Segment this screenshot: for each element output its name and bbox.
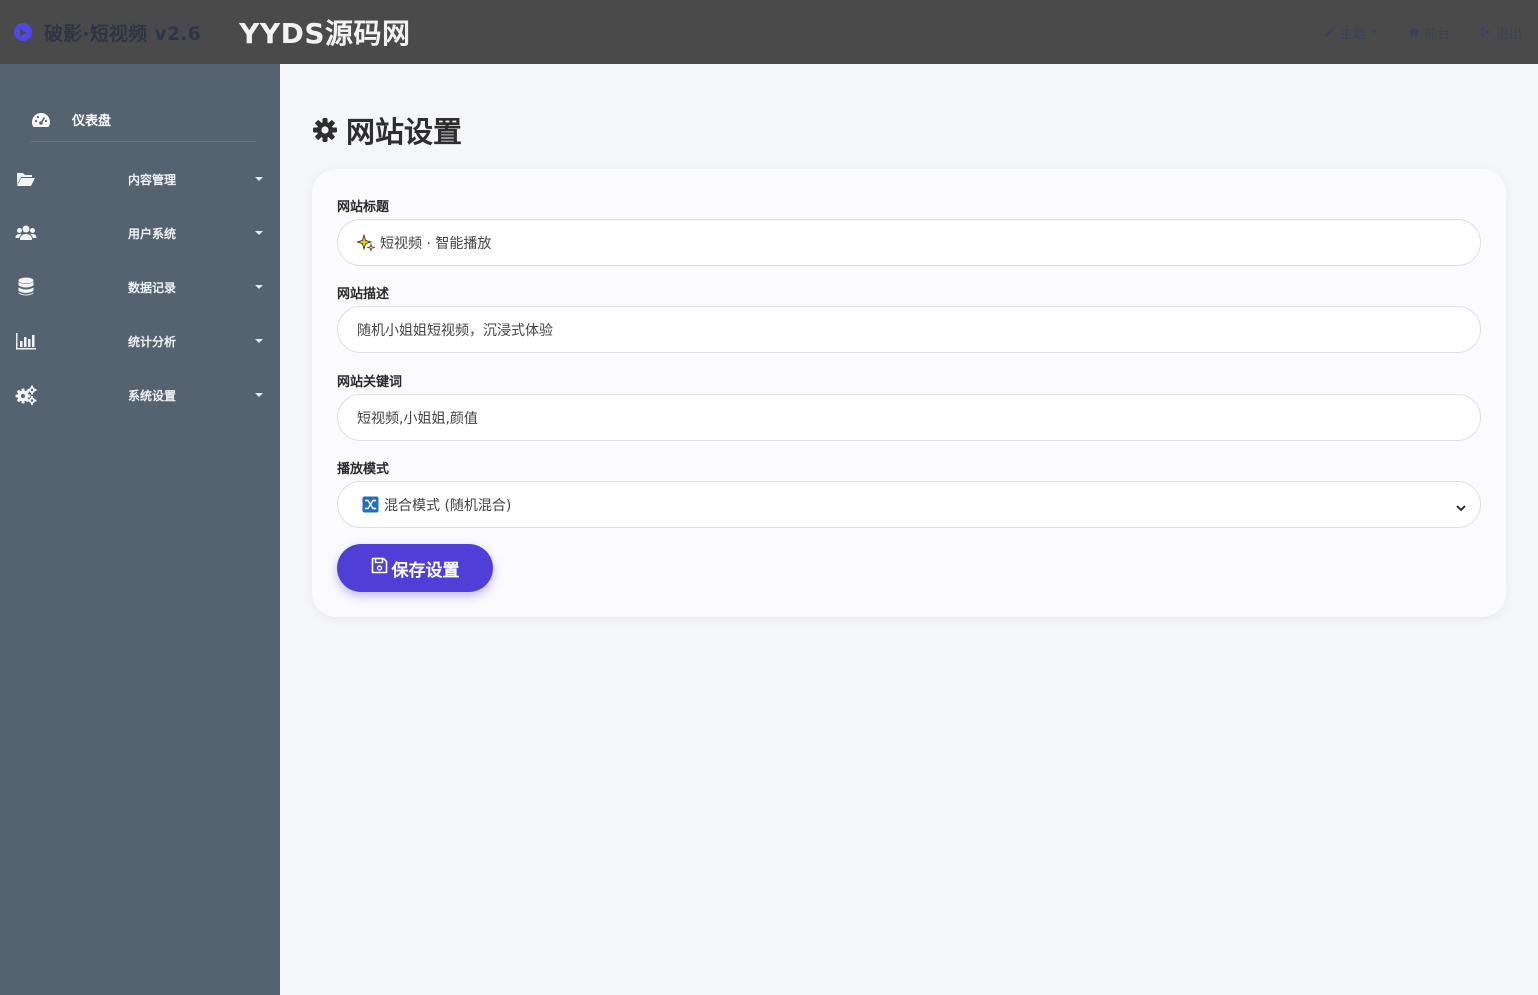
- site-title-label: 网站标题: [337, 200, 390, 215]
- site-desc-value: 随机小姐姐短视频，沉浸式体验: [357, 322, 553, 339]
- play-mode-value: 混合模式 (随机混合): [384, 497, 512, 514]
- settings-card: 网站标题 短视频 · 智能播放 网站描述 随机小姐姐短视频，沉浸式体验 网站关键…: [312, 169, 1506, 617]
- caret-down-icon: [255, 339, 263, 343]
- site-title-value: 短视频 · 智能播放: [380, 235, 492, 252]
- chevron-down-icon: [1370, 29, 1378, 35]
- play-circle-icon: [14, 23, 32, 41]
- sidebar-item-label: 数据记录: [128, 280, 177, 295]
- database-icon: [14, 275, 38, 299]
- site-title-input[interactable]: 短视频 · 智能播放: [337, 219, 1481, 266]
- dashboard-gauge-icon: [30, 112, 52, 128]
- site-desc-input[interactable]: 随机小姐姐短视频，沉浸式体验: [337, 306, 1481, 353]
- play-mode-label: 播放模式: [337, 462, 390, 477]
- logout-button[interactable]: 退出: [1480, 23, 1522, 42]
- brand-name: 破影·短视频 v2.6: [44, 22, 202, 45]
- sidebar-item-data-records[interactable]: 数据记录: [0, 267, 280, 307]
- pencil-icon: [1324, 26, 1336, 38]
- logout-icon: [1480, 26, 1492, 38]
- brand[interactable]: 破影·短视频 v2.6: [14, 0, 201, 64]
- floppy-disk-icon: [371, 557, 392, 579]
- gear-icon: [312, 117, 338, 143]
- sidebar: 仪表盘 内容管理 用户系统 数据记录 统计分析 系统设置: [0, 64, 280, 995]
- play-mode-select[interactable]: 混合模式 (随机混合): [337, 481, 1481, 528]
- site-keywords-input[interactable]: 短视频,小姐姐,颜值: [337, 394, 1481, 441]
- sidebar-item-label: 系统设置: [128, 388, 177, 403]
- chevron-down-icon: [1456, 500, 1466, 516]
- frontend-link[interactable]: 前台: [1408, 23, 1450, 42]
- sidebar-item-users[interactable]: 用户系统: [0, 213, 280, 253]
- bar-chart-icon: [14, 329, 38, 353]
- gears-icon: [14, 383, 38, 407]
- sidebar-item-dashboard[interactable]: 仪表盘: [30, 98, 256, 142]
- caret-down-icon: [255, 177, 263, 181]
- home-icon: [1408, 26, 1420, 38]
- theme-menu-label: 主题: [1339, 26, 1366, 42]
- caret-down-icon: [255, 393, 263, 397]
- sidebar-item-label: 内容管理: [128, 172, 177, 187]
- sidebar-item-system-settings[interactable]: 系统设置: [0, 375, 280, 415]
- logout-label: 退出: [1495, 26, 1522, 42]
- caret-down-icon: [255, 231, 263, 235]
- site-keywords-value: 短视频,小姐姐,颜值: [357, 410, 478, 427]
- page-title: 网站设置: [312, 110, 462, 150]
- sparkles-icon: [357, 233, 375, 252]
- sidebar-item-statistics[interactable]: 统计分析: [0, 321, 280, 361]
- theme-menu-button[interactable]: 主题: [1324, 23, 1378, 42]
- sidebar-item-label: 用户系统: [128, 226, 177, 241]
- users-icon: [14, 221, 38, 245]
- top-actions: 主题 前台 退出: [1324, 0, 1522, 64]
- save-button[interactable]: 保存设置: [337, 544, 493, 592]
- dashboard-label: 仪表盘: [72, 114, 112, 129]
- watermark-text: YYDS源码网: [239, 17, 411, 50]
- site-desc-label: 网站描述: [337, 287, 390, 302]
- sidebar-item-label: 统计分析: [128, 334, 177, 349]
- page-title-text: 网站设置: [346, 115, 463, 149]
- frontend-label: 前台: [1423, 26, 1450, 42]
- save-button-label: 保存设置: [391, 560, 460, 581]
- caret-down-icon: [255, 285, 263, 289]
- site-keywords-label: 网站关键词: [337, 375, 403, 390]
- top-bar: 破影·短视频 v2.6 YYDS源码网 主题 前台 退出: [0, 0, 1538, 64]
- folder-open-icon: [14, 167, 38, 191]
- shuffle-icon: [362, 496, 379, 513]
- sidebar-item-content[interactable]: 内容管理: [0, 159, 280, 199]
